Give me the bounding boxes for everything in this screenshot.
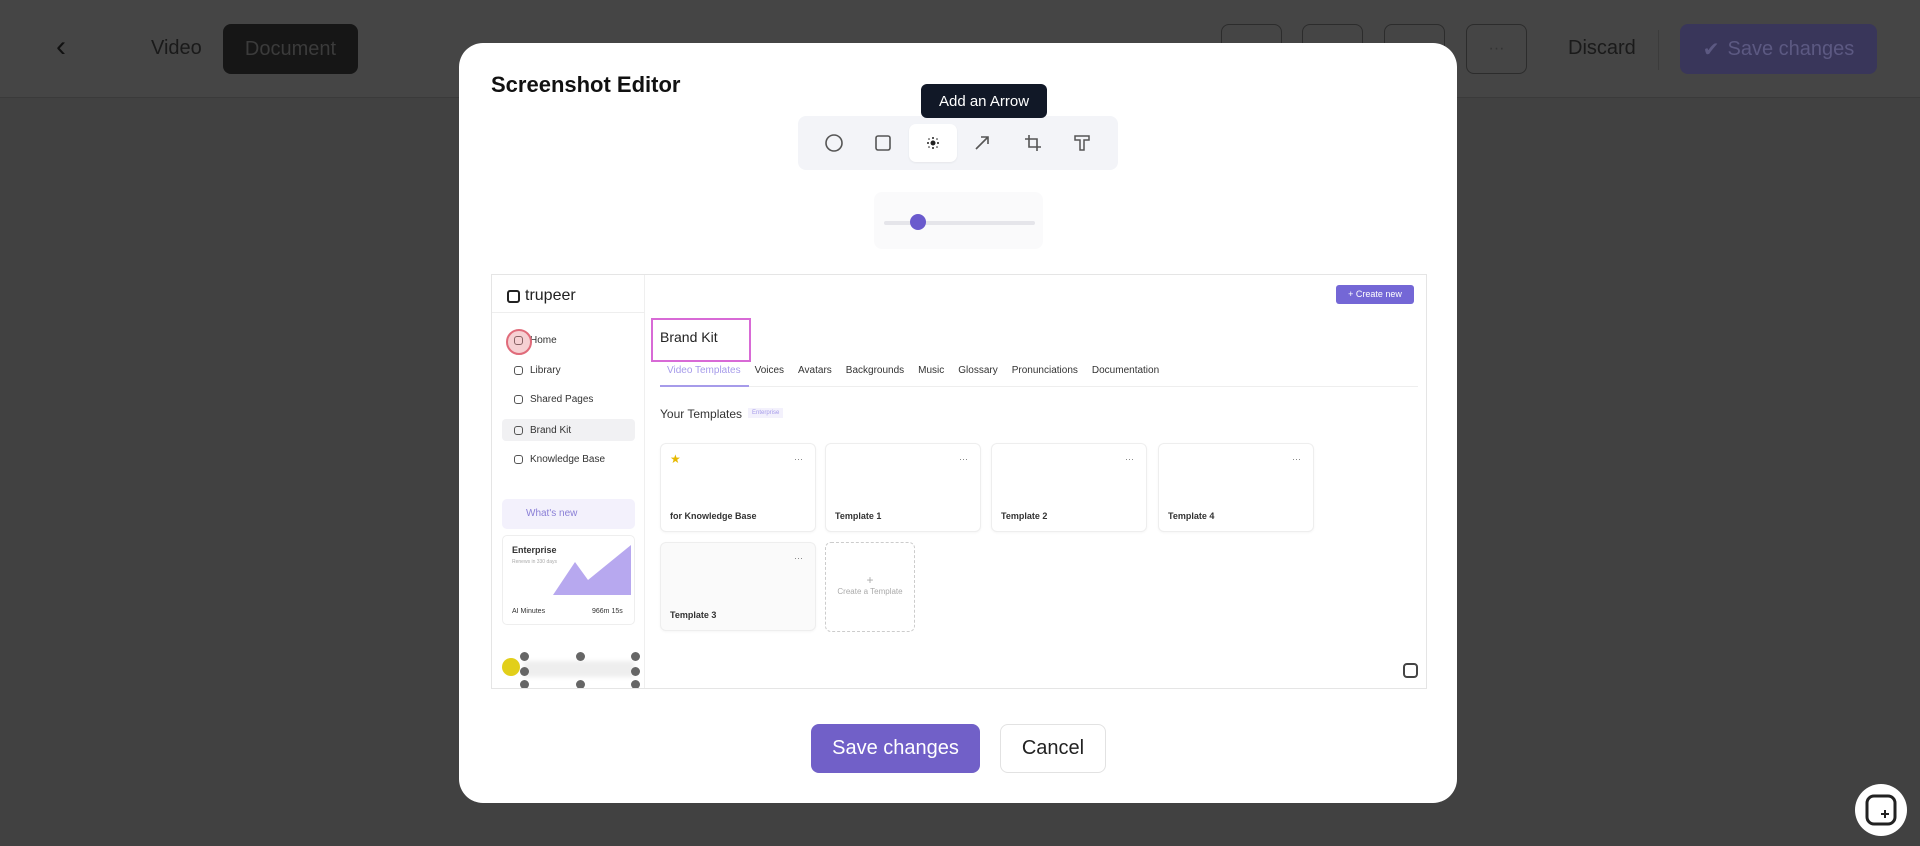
divider (660, 386, 1418, 387)
inner-tab: Glossary (958, 365, 998, 376)
check-icon: ✔ (1702, 38, 1720, 61)
divider (492, 312, 645, 313)
whats-new: What's new (502, 499, 635, 529)
template-card: ★ ··· for Knowledge Base (660, 443, 816, 532)
save-label: Save changes (1727, 37, 1855, 60)
chevron-left-icon[interactable]: ‹ (56, 30, 66, 64)
inner-tabs: Video Templates Voices Avatars Backgroun… (667, 365, 1159, 376)
arrow-icon (975, 136, 989, 150)
trupeer-logo: trupeer (507, 287, 576, 305)
inner-tab: Voices (754, 365, 785, 376)
modal-title: Screenshot Editor (491, 72, 681, 97)
nav-knowledge-base: Knowledge Base (514, 454, 605, 465)
widget-icon (1865, 794, 1897, 826)
circle-annotation[interactable] (506, 329, 532, 355)
blurred-username (524, 661, 634, 677)
plan-name: Enterprise (512, 545, 557, 555)
section-title: Your Templates (660, 407, 743, 421)
inner-tab: Music (918, 365, 945, 376)
inner-page-title: Brand Kit (660, 329, 718, 345)
create-template-card: + Create a Template (825, 542, 915, 632)
slider-knob[interactable] (910, 214, 926, 230)
screenshot-canvas[interactable]: trupeer Home Library Shared Pages Brand … (491, 274, 1427, 689)
nav-shared-pages: Shared Pages (514, 394, 593, 405)
template-card: ··· Template 4 (1158, 443, 1314, 532)
inner-tab: Avatars (798, 365, 832, 376)
resize-handle[interactable] (576, 680, 585, 688)
inner-tab: Backgrounds (845, 365, 905, 376)
resize-handle[interactable] (520, 680, 529, 688)
active-tab-underline (660, 385, 749, 387)
cancel-button[interactable]: Cancel (1000, 724, 1106, 773)
inner-tab: Pronunciations (1011, 365, 1078, 376)
square-icon (875, 135, 891, 151)
arrow-tool[interactable] (958, 124, 1006, 162)
nav-library: Library (514, 365, 561, 376)
create-new-button: + Create new (1336, 285, 1414, 304)
resize-handle[interactable] (520, 667, 529, 676)
ai-minutes-label: AI Minutes (512, 608, 546, 615)
crop-tool[interactable] (1009, 124, 1057, 162)
template-card: ··· Template 3 (660, 542, 816, 631)
circle-tool[interactable] (810, 124, 858, 162)
avatar (502, 658, 520, 676)
resize-handle[interactable] (631, 680, 640, 688)
blur-tool[interactable] (909, 124, 957, 162)
ai-minutes-value: 966m 15s (592, 608, 623, 615)
resize-handle[interactable] (576, 652, 585, 661)
text-icon (1074, 135, 1090, 151)
resize-handle[interactable] (631, 667, 640, 676)
inner-tab: Documentation (1091, 365, 1160, 376)
resize-handle[interactable] (520, 652, 529, 661)
nav-brand-kit: Brand Kit (514, 425, 571, 436)
plan-renew: Renews in 330 days (512, 559, 558, 565)
divider (1658, 30, 1659, 70)
crop-icon (1025, 135, 1041, 151)
tooltip: Add an Arrow (921, 84, 1047, 118)
size-slider[interactable] (884, 221, 1035, 225)
widget-icon (1403, 663, 1418, 678)
rectangle-tool[interactable] (859, 124, 907, 162)
floating-widget-button[interactable] (1855, 784, 1907, 836)
save-changes-top-button[interactable]: ✔ Save changes (1680, 24, 1877, 74)
more-button[interactable]: ··· (1466, 24, 1527, 74)
tab-document[interactable]: Document (223, 24, 358, 74)
template-card: ··· Template 1 (825, 443, 981, 532)
resize-handle[interactable] (631, 652, 640, 661)
usage-graph (553, 545, 631, 595)
save-changes-button[interactable]: Save changes (811, 724, 980, 773)
template-card: ··· Template 2 (991, 443, 1147, 532)
enterprise-badge: Enterprise (748, 408, 784, 418)
inner-tab: Video Templates (667, 365, 741, 376)
tab-video[interactable]: Video (151, 37, 202, 60)
discard-button[interactable]: Discard (1568, 37, 1636, 60)
blur-icon (927, 137, 939, 149)
star-icon: ★ (670, 452, 681, 466)
text-tool[interactable] (1058, 124, 1106, 162)
circle-icon (825, 134, 843, 152)
